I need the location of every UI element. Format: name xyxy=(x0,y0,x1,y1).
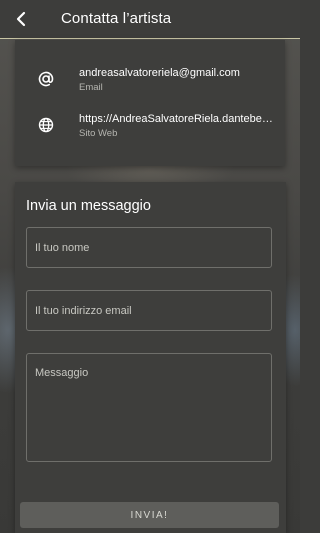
contact-website-row[interactable]: https://AndreaSalvatoreRiela.dantebea.co… xyxy=(15,113,285,153)
page-title: Contatta l’artista xyxy=(61,10,172,27)
contact-email-value: andreasalvatoreriela@gmail.com xyxy=(79,67,240,79)
app-header: Contatta l’artista xyxy=(0,0,300,39)
contact-info-card: andreasalvatoreriela@gmail.com Email htt… xyxy=(15,40,285,166)
send-button[interactable]: INVIA! xyxy=(20,502,279,528)
at-sign-icon xyxy=(37,70,55,88)
contact-email-row[interactable]: andreasalvatoreriela@gmail.com Email xyxy=(15,67,285,107)
email-input[interactable] xyxy=(26,290,272,331)
form-title: Invia un messaggio xyxy=(26,198,151,214)
contact-website-label: Sito Web xyxy=(79,128,118,139)
message-textarea[interactable] xyxy=(26,353,272,462)
back-arrow-icon[interactable] xyxy=(12,9,32,29)
contact-website-value: https://AndreaSalvatoreRiela.dantebea.co… xyxy=(79,113,275,125)
globe-icon xyxy=(37,116,55,134)
contact-email-label: Email xyxy=(79,82,103,93)
name-input[interactable] xyxy=(26,227,272,268)
message-form-card: Invia un messaggio xyxy=(15,182,286,533)
